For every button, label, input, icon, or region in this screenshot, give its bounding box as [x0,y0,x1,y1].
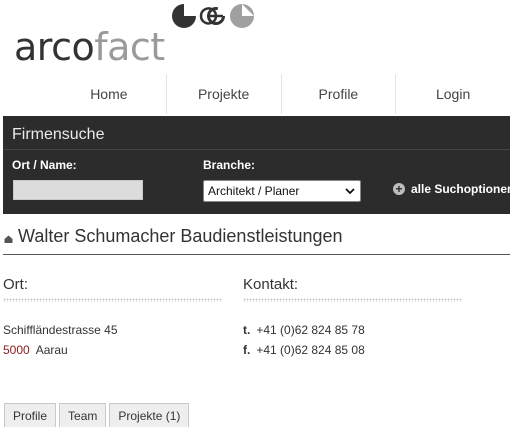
contact-dotted-rule [243,298,462,302]
main-nav: Home Projekte Profile Login [52,74,510,114]
heading-rule [3,254,510,255]
name-input[interactable] [13,180,143,200]
phone-prefix: t. [243,323,251,337]
logo-text-fact: fact [94,25,165,69]
tab-projekte[interactable]: Projekte (1) [109,403,190,427]
nav-profile[interactable]: Profile [282,74,397,114]
contact-title: Kontakt: [243,276,299,293]
location-title: Ort: [3,276,28,293]
branch-select[interactable]: Architekt / Planer [203,180,361,202]
plus-circle-icon: + [393,183,405,195]
address-zip[interactable]: 5000 [3,343,30,357]
fax-prefix: f. [243,343,251,357]
search-title: Firmensuche [12,126,105,143]
search-divider [3,149,510,150]
nav-login[interactable]: Login [396,74,510,114]
phone-number[interactable]: +41 (0)62 824 85 78 [256,323,364,337]
tab-profile[interactable]: Profile [4,403,57,427]
chevron-down-icon [345,188,355,195]
contact-fax: f. +41 (0)62 824 85 08 [243,343,365,357]
company-search-panel: Firmensuche Ort / Name: Branche: Archite… [3,116,510,214]
fax-number: +41 (0)62 824 85 08 [256,343,365,357]
address-city-line: 5000 Aarau [3,343,68,357]
home-icon [4,235,13,243]
detail-tabs: Profile Team Projekte (1) [4,403,190,427]
address-street: Schiffländestrasse 45 [3,323,118,337]
address-city: Aarau [35,343,68,357]
arcofact-logo[interactable]: arcofact [14,28,165,66]
all-options-label: alle Suchoptionen [411,182,510,196]
branch-selected-value: Architekt / Planer [208,184,300,198]
branch-label: Branche: [203,158,256,172]
tab-team[interactable]: Team [59,403,107,427]
company-name: Walter Schumacher Baudienstleistungen [18,226,343,246]
nav-projekte[interactable]: Projekte [167,74,282,114]
location-dotted-rule [3,298,222,302]
all-options-link[interactable]: + alle Suchoptionen [393,182,510,196]
company-heading: Walter Schumacher Baudienstleistungen [4,226,343,247]
contact-phone: t. +41 (0)62 824 85 78 [243,323,365,337]
logo-text-arco: arco [14,25,95,69]
logo-marks-icon [172,4,254,28]
nav-home[interactable]: Home [52,74,167,114]
name-label: Ort / Name: [12,158,77,172]
